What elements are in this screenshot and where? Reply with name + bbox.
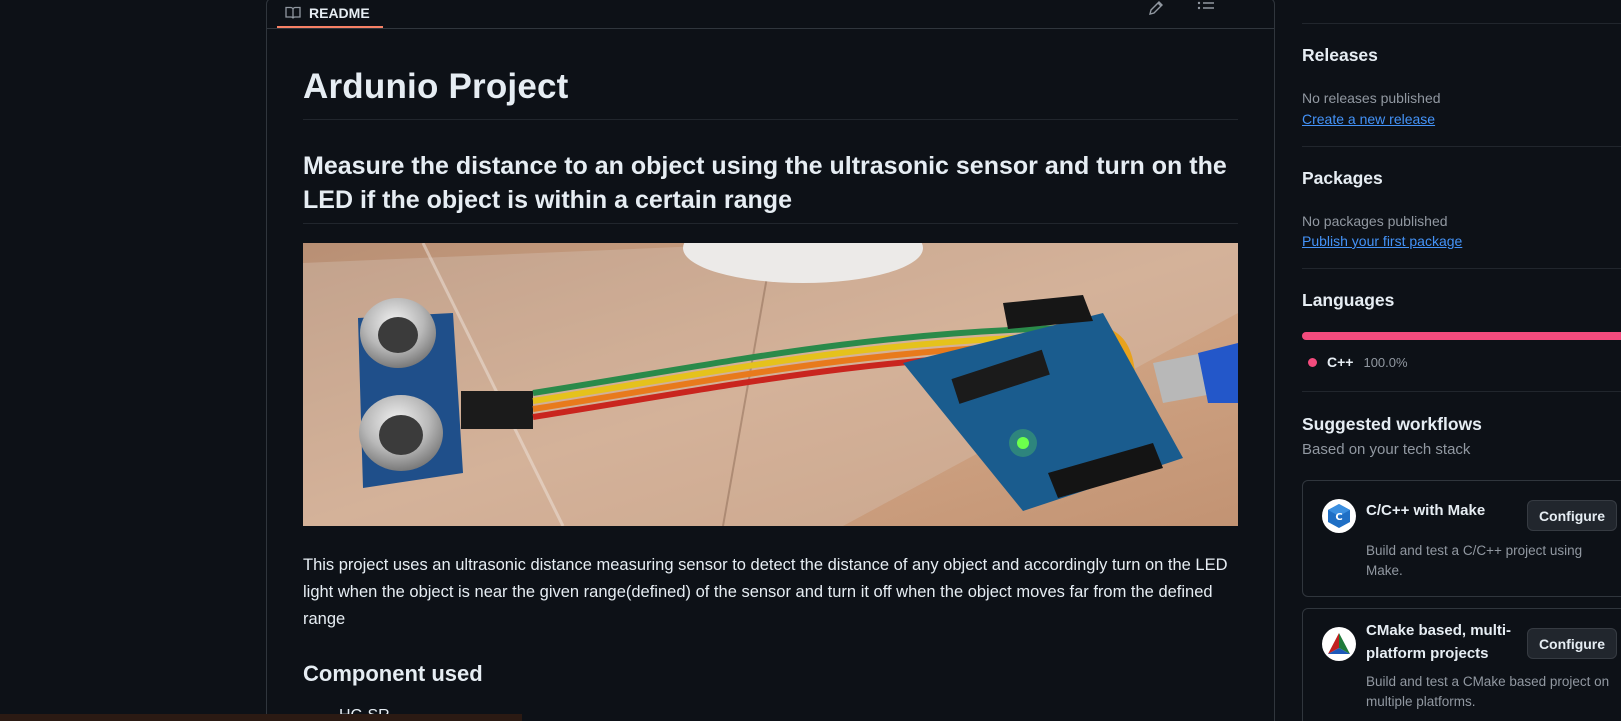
sidebar-divider [1302,391,1621,392]
sidebar-divider [1302,268,1621,269]
workflow-title: C/C++ with Make [1366,502,1486,519]
horizontal-scrollbar[interactable] [0,714,522,721]
workflow-description: Make. [1366,563,1403,578]
languages-title: Languages [1302,290,1395,310]
language-dot-icon [1308,357,1317,367]
pencil-icon[interactable] [1147,1,1165,17]
workflow-card-cmake: CMake based, multi- platform projects Co… [1302,608,1621,721]
create-release-link[interactable]: Create a new release [1302,111,1435,127]
workflow-title: platform projects [1366,645,1489,662]
readme-description: This project uses an ultrasonic distance… [303,556,1228,628]
cmake-icon [1322,627,1356,661]
workflow-title: CMake based, multi- [1366,622,1512,639]
language-bar[interactable] [1302,332,1621,340]
publish-package-link[interactable]: Publish your first package [1302,233,1462,249]
title-divider [303,119,1238,120]
releases-status: No releases published [1302,90,1441,106]
tab-readme-label: README [309,4,370,21]
readme-panel: README Ardunio Project Measure the dista… [266,0,1275,721]
sidebar-divider [1302,146,1621,147]
cpp-icon: C [1322,499,1356,533]
page: README Ardunio Project Measure the dista… [0,0,1621,721]
workflow-description: Build and test a CMake based project on [1366,674,1610,689]
packages-status: No packages published [1302,213,1448,229]
sidebar-divider [1302,23,1621,24]
workflow-description: Build and test a C/C++ project using [1366,543,1583,558]
readme-header: README [267,0,1274,29]
language-percent: 100.0% [1363,354,1408,370]
language-name: C++ [1327,354,1354,370]
svg-text:C: C [1335,512,1342,523]
project-photo [303,243,1238,526]
section-heading: Component used [303,661,483,686]
tab-readme[interactable]: README [277,0,383,28]
configure-button[interactable]: Configure [1527,628,1617,659]
repo-sidebar: Releases No releases published Create a … [1302,0,1621,721]
arduino-sensor-photo [303,243,1238,526]
releases-title[interactable]: Releases [1302,45,1378,66]
packages-title[interactable]: Packages [1302,168,1383,189]
language-item-cpp[interactable]: C++ 100.0% [1308,354,1408,370]
subtitle-divider [303,223,1238,224]
workflow-card-cpp-make: C C/C++ with Make Configure Build and te… [1302,480,1621,597]
workflow-description: multiple platforms. [1366,694,1476,709]
configure-button[interactable]: Configure [1527,500,1617,531]
outline-list-icon[interactable] [1197,1,1215,17]
readme-subtitle: Measure the distance to an object using … [303,152,1227,214]
workflows-title: Suggested workflows [1302,414,1482,434]
workflows-subtitle: Based on your tech stack [1302,441,1471,458]
book-icon [285,6,301,19]
readme-title: Ardunio Project [303,67,569,106]
